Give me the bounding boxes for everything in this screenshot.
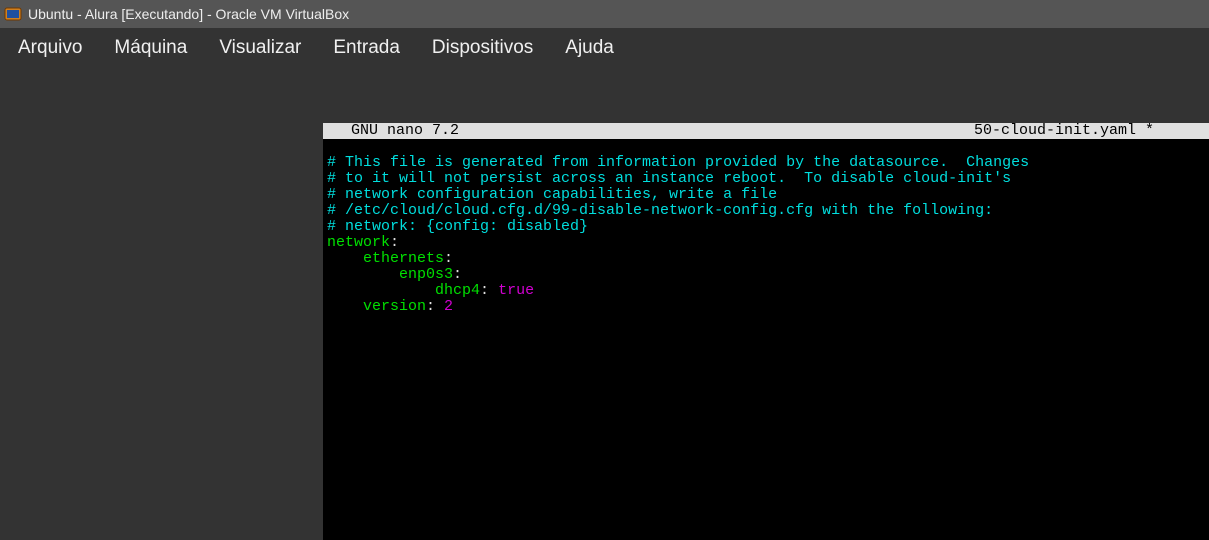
nano-title: GNU nano 7.2 [327, 123, 459, 139]
colon: : [390, 234, 399, 251]
menu-arquivo[interactable]: Arquivo [18, 37, 82, 59]
colon: : [453, 266, 462, 283]
menu-visualizar[interactable]: Visualizar [219, 37, 301, 59]
indent [327, 298, 363, 315]
yaml-value-2: 2 [435, 298, 453, 315]
comment-line: # network configuration capabilities, wr… [327, 186, 777, 203]
colon: : [426, 298, 435, 315]
colon: : [480, 282, 489, 299]
nano-filename: 50-cloud-init.yaml * [974, 123, 1205, 139]
virtualbox-icon [4, 5, 22, 23]
title-bar: Ubuntu - Alura [Executando] - Oracle VM … [0, 0, 1209, 28]
yaml-key-network: network [327, 234, 390, 251]
comment-line: # network: {config: disabled} [327, 218, 588, 235]
nano-header: GNU nano 7.2 50-cloud-init.yaml * [323, 123, 1209, 139]
menu-ajuda[interactable]: Ajuda [565, 37, 614, 59]
menu-maquina[interactable]: Máquina [114, 37, 187, 59]
yaml-key-version: version [363, 298, 426, 315]
menu-dispositivos[interactable]: Dispositivos [432, 37, 533, 59]
comment-line: # to it will not persist across an insta… [327, 170, 1011, 187]
comment-line: # This file is generated from informatio… [327, 154, 1029, 171]
yaml-key-dhcp4: dhcp4 [435, 282, 480, 299]
yaml-value-true: true [489, 282, 534, 299]
indent [327, 282, 435, 299]
comment-line: # /etc/cloud/cloud.cfg.d/99-disable-netw… [327, 202, 993, 219]
yaml-key-enp0s3: enp0s3 [399, 266, 453, 283]
colon: : [444, 250, 453, 267]
window-title: Ubuntu - Alura [Executando] - Oracle VM … [28, 6, 349, 22]
indent [327, 266, 399, 283]
indent [327, 250, 363, 267]
menu-entrada[interactable]: Entrada [333, 37, 400, 59]
vm-terminal[interactable]: GNU nano 7.2 50-cloud-init.yaml * # This… [323, 123, 1209, 540]
nano-editor-content[interactable]: # This file is generated from informatio… [323, 139, 1209, 331]
yaml-key-ethernets: ethernets [363, 250, 444, 267]
menu-bar: Arquivo Máquina Visualizar Entrada Dispo… [0, 28, 1209, 68]
